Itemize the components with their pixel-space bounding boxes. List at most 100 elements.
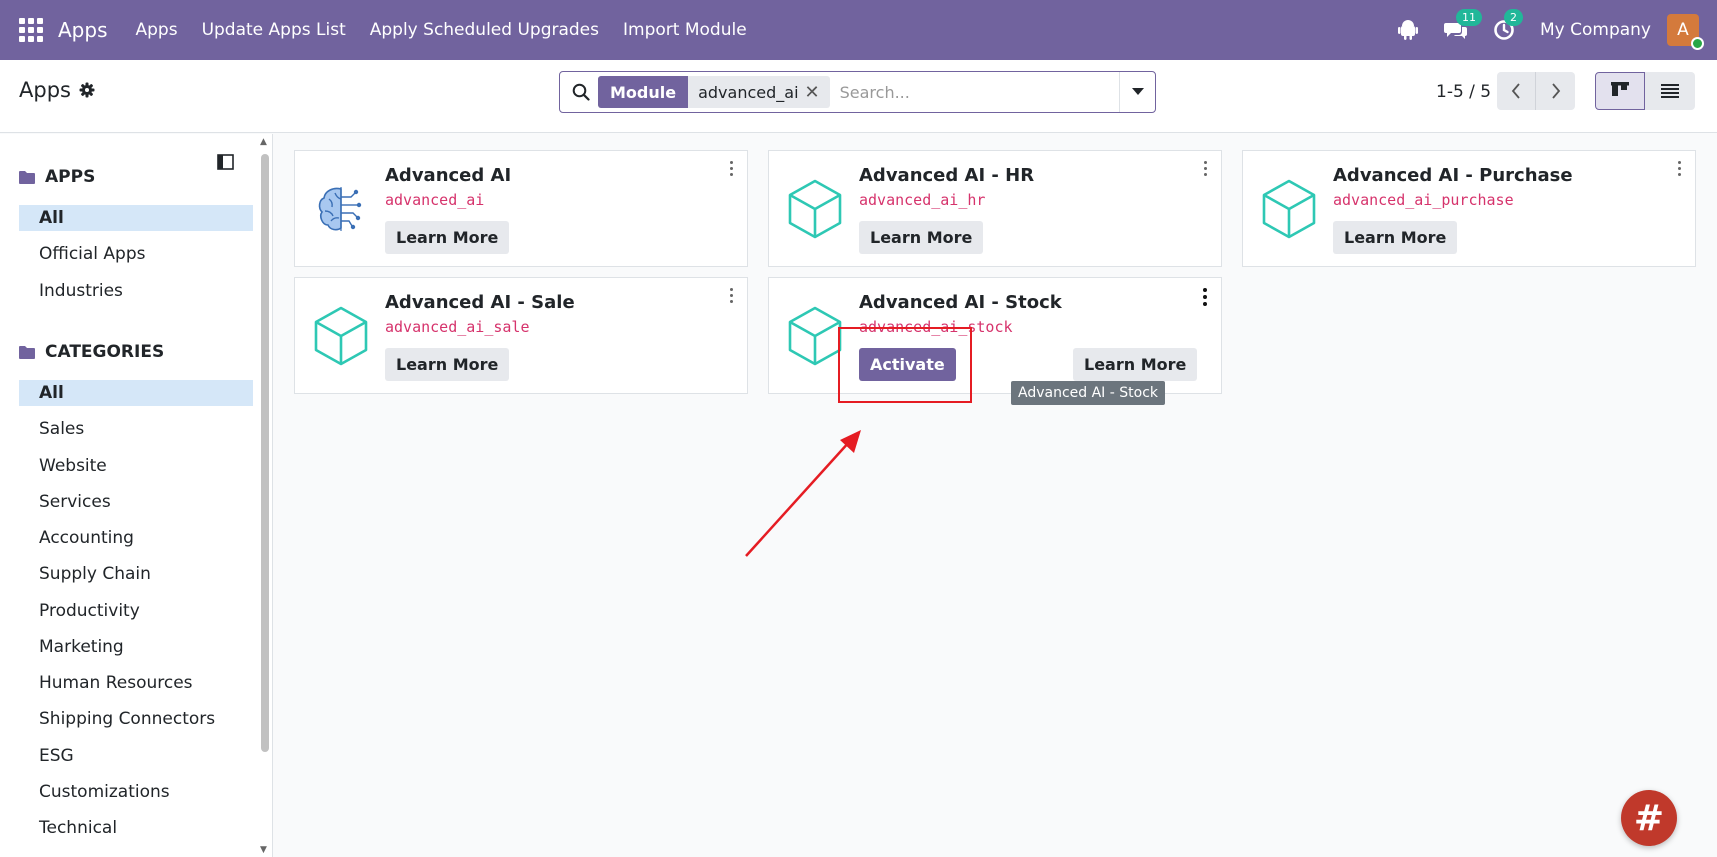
chevron-left-icon bbox=[1511, 83, 1520, 99]
brain-icon bbox=[309, 177, 373, 241]
online-status-dot bbox=[1691, 37, 1704, 50]
card-menu-icon[interactable] bbox=[727, 161, 735, 179]
tooltip: Advanced AI - Stock bbox=[1011, 381, 1166, 405]
list-view-button[interactable] bbox=[1645, 72, 1695, 110]
sidebar-item-productivity[interactable]: Productivity bbox=[19, 598, 253, 624]
kanban-view-button[interactable] bbox=[1595, 72, 1645, 110]
module-title: Advanced AI bbox=[385, 165, 512, 186]
sidebar-scrollbar[interactable]: ▲ ▼ bbox=[259, 134, 271, 857]
facet-remove-icon[interactable]: ✕ bbox=[805, 82, 820, 103]
page-title: Apps bbox=[19, 78, 71, 102]
learn-more-button[interactable]: Learn More bbox=[1333, 221, 1458, 254]
menu-apply-scheduled-upgrades[interactable]: Apply Scheduled Upgrades bbox=[370, 20, 599, 40]
sidebar-item-shipping-connectors[interactable]: Shipping Connectors bbox=[19, 706, 253, 732]
filter-sidebar: APPS All Official Apps Industries CATEGO… bbox=[0, 134, 273, 857]
sidebar-item-categories-all[interactable]: All bbox=[19, 380, 253, 406]
card-menu-icon[interactable] bbox=[1201, 161, 1209, 179]
user-avatar[interactable]: A bbox=[1667, 14, 1704, 50]
search-input[interactable] bbox=[839, 82, 1130, 102]
android-icon[interactable] bbox=[1396, 18, 1420, 42]
list-icon bbox=[1661, 84, 1679, 98]
module-title: Advanced AI - Stock bbox=[859, 292, 1062, 313]
sidebar-toggle-icon[interactable] bbox=[217, 154, 234, 170]
sidebar-item-apps-all[interactable]: All bbox=[19, 205, 253, 231]
pager-value[interactable]: 1-5 / 5 bbox=[1436, 82, 1491, 102]
top-navbar: Apps Apps Update Apps List Apply Schedul… bbox=[0, 0, 1717, 60]
learn-more-button[interactable]: Learn More bbox=[385, 348, 510, 381]
sidebar-item-esg[interactable]: ESG bbox=[19, 743, 253, 769]
pager-previous-button[interactable] bbox=[1497, 72, 1536, 110]
sidebar-item-marketing[interactable]: Marketing bbox=[19, 634, 253, 660]
sidebar-item-customizations[interactable]: Customizations bbox=[19, 779, 253, 805]
avatar-letter: A bbox=[1677, 20, 1689, 40]
card-menu-icon[interactable] bbox=[1675, 161, 1683, 179]
sidebar-item-industries[interactable]: Industries bbox=[19, 278, 253, 304]
sidebar-item-sales[interactable]: Sales bbox=[19, 416, 253, 442]
app-switcher-icon[interactable] bbox=[19, 18, 43, 42]
module-title: Advanced AI - HR bbox=[859, 165, 1035, 186]
sidebar-item-official-apps[interactable]: Official Apps bbox=[19, 241, 253, 267]
cube-icon bbox=[309, 304, 373, 368]
pager-buttons bbox=[1497, 72, 1575, 110]
facet-label: Module bbox=[598, 76, 689, 108]
facet-value-text: advanced_ai bbox=[698, 82, 799, 102]
pager-next-button[interactable] bbox=[1536, 72, 1575, 110]
activities-badge: 2 bbox=[1503, 9, 1523, 26]
breadcrumb: Apps bbox=[19, 78, 95, 102]
folder-icon bbox=[19, 170, 35, 184]
nav-brand[interactable]: Apps bbox=[58, 18, 108, 42]
caret-down-icon bbox=[1131, 88, 1144, 95]
scroll-up-icon[interactable]: ▲ bbox=[260, 137, 267, 147]
sidebar-item-human-resources[interactable]: Human Resources bbox=[19, 670, 253, 696]
module-card-advanced-ai-hr[interactable]: Advanced AI - HR advanced_ai_hr Learn Mo… bbox=[768, 150, 1222, 267]
apps-header: APPS bbox=[19, 167, 95, 187]
chevron-right-icon bbox=[1551, 83, 1560, 99]
gear-icon[interactable] bbox=[79, 82, 95, 98]
module-title: Advanced AI - Purchase bbox=[1333, 165, 1573, 186]
view-switcher bbox=[1595, 72, 1695, 110]
folder-icon bbox=[19, 345, 35, 359]
cube-icon bbox=[783, 177, 847, 241]
menu-update-apps-list[interactable]: Update Apps List bbox=[202, 20, 346, 40]
learn-more-button[interactable]: Learn More bbox=[385, 221, 510, 254]
module-card-advanced-ai-stock[interactable]: Advanced AI - Stock advanced_ai_stock Ac… bbox=[768, 277, 1222, 394]
search-bar: Module advanced_ai ✕ bbox=[559, 71, 1156, 113]
menu-apps[interactable]: Apps bbox=[136, 20, 178, 40]
module-technical-name: advanced_ai_hr bbox=[859, 191, 986, 209]
hashtag-fab-button[interactable]: # bbox=[1621, 790, 1677, 846]
learn-more-button[interactable]: Learn More bbox=[859, 221, 984, 254]
company-switcher[interactable]: My Company bbox=[1540, 20, 1651, 40]
sidebar-item-website[interactable]: Website bbox=[19, 453, 253, 479]
menu-import-module[interactable]: Import Module bbox=[623, 20, 747, 40]
module-title: Advanced AI - Sale bbox=[385, 292, 575, 313]
search-options-toggle[interactable] bbox=[1119, 72, 1155, 112]
apps-header-label: APPS bbox=[45, 167, 96, 187]
card-menu-icon[interactable] bbox=[1201, 288, 1209, 309]
sidebar-item-technical[interactable]: Technical bbox=[19, 815, 253, 841]
module-technical-name: advanced_ai_sale bbox=[385, 318, 530, 336]
module-technical-name: advanced_ai_purchase bbox=[1333, 191, 1514, 209]
cube-icon bbox=[1257, 177, 1321, 241]
scrollbar-thumb[interactable] bbox=[261, 154, 269, 752]
categories-header: CATEGORIES bbox=[19, 342, 164, 362]
kanban-icon bbox=[1611, 82, 1629, 96]
learn-more-button[interactable]: Learn More bbox=[1073, 348, 1198, 381]
activities-icon[interactable]: 2 bbox=[1492, 9, 1523, 42]
module-technical-name: advanced_ai bbox=[385, 191, 485, 209]
categories-header-label: CATEGORIES bbox=[45, 342, 165, 362]
control-panel: Apps Module advanced_ai ✕ 1-5 / 5 bbox=[0, 60, 1717, 133]
facet-value: advanced_ai ✕ bbox=[688, 82, 830, 103]
sidebar-item-supply-chain[interactable]: Supply Chain bbox=[19, 561, 253, 587]
messages-icon[interactable]: 11 bbox=[1443, 9, 1482, 42]
messages-badge: 11 bbox=[1455, 9, 1482, 26]
search-icon bbox=[572, 83, 590, 101]
search-facet: Module advanced_ai ✕ bbox=[598, 76, 830, 108]
card-menu-icon[interactable] bbox=[727, 288, 735, 306]
module-card-advanced-ai-sale[interactable]: Advanced AI - Sale advanced_ai_sale Lear… bbox=[294, 277, 748, 394]
scroll-down-icon[interactable]: ▼ bbox=[260, 845, 267, 855]
module-card-advanced-ai[interactable]: Advanced AI advanced_ai Learn More bbox=[294, 150, 748, 267]
module-card-advanced-ai-purchase[interactable]: Advanced AI - Purchase advanced_ai_purch… bbox=[1242, 150, 1696, 267]
sidebar-item-services[interactable]: Services bbox=[19, 489, 253, 515]
sidebar-item-accounting[interactable]: Accounting bbox=[19, 525, 253, 551]
annotation-highlight-box bbox=[838, 327, 972, 403]
